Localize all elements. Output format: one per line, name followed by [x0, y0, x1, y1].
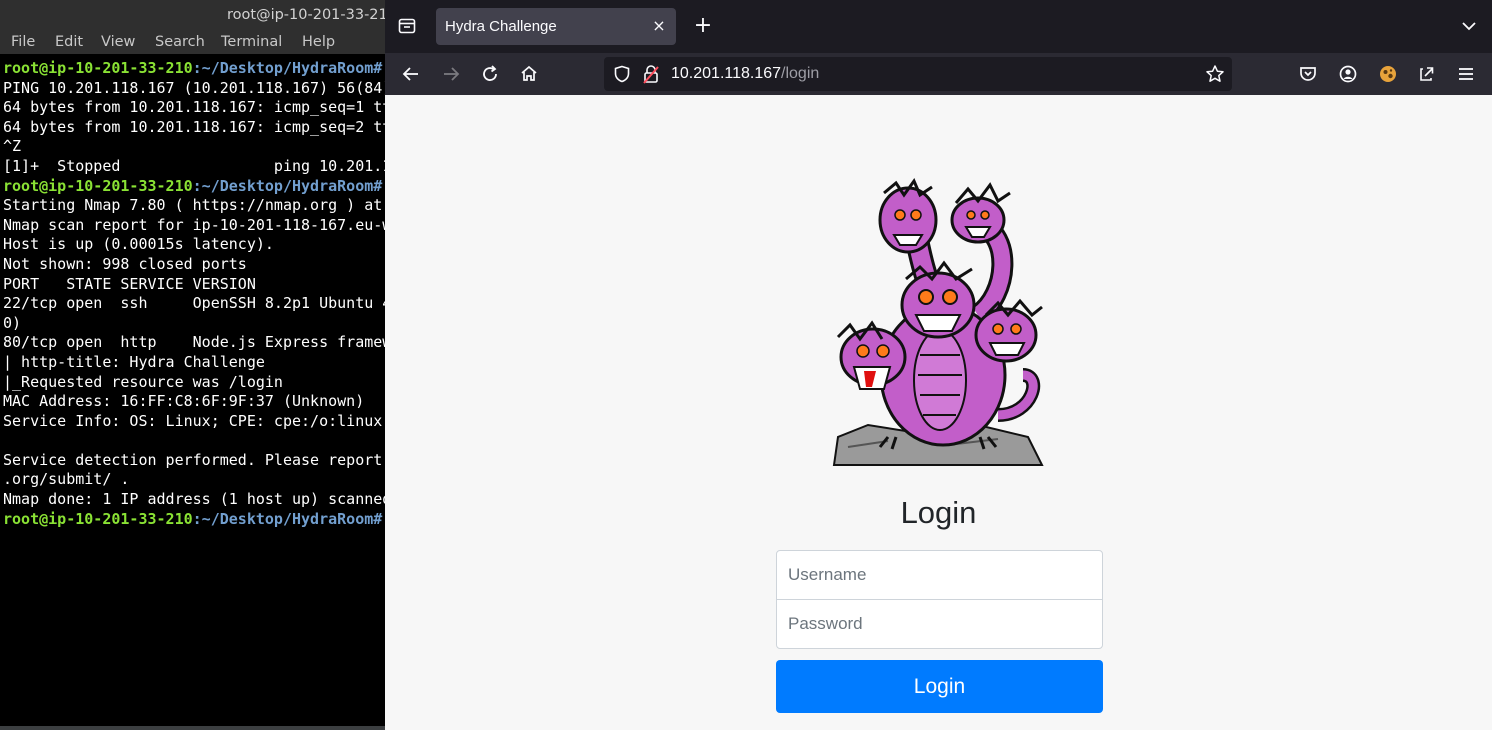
prompt-user: root@ip-10-201-33-210 — [3, 59, 193, 77]
terminal-line-text: ^Z — [3, 137, 22, 156]
tab-bar: Hydra Challenge × + — [385, 0, 1492, 53]
terminal-line: Host is up (0.00015s latency). — [3, 235, 385, 255]
terminal-line-text: MAC Address: 16:FF:C8:6F:9F:37 (Unknown) — [3, 392, 365, 411]
terminal-line-text: Service Info: OS: Linux; CPE: cpe:/o:lin… — [3, 411, 385, 430]
extension-icon[interactable] — [1377, 63, 1399, 85]
menu-icon[interactable] — [1455, 63, 1477, 85]
login-button[interactable]: Login — [776, 660, 1103, 713]
terminal-window[interactable]: root@ip-10-201-33-210: ~/Desktop/HydraRo… — [0, 0, 385, 730]
terminal-line: Service detection performed. Please repo… — [3, 451, 385, 471]
terminal-line: 22/tcp open ssh OpenSSH 8.2p1 Ubuntu 4ub… — [3, 294, 385, 314]
terminal-line: .org/submit/ . — [3, 470, 385, 490]
shield-icon[interactable] — [613, 65, 631, 83]
password-input[interactable] — [776, 599, 1103, 649]
terminal-line-text: Not shown: 998 closed ports — [3, 254, 247, 273]
prompt-path: :~/Desktop/HydraRoom# — [192, 59, 385, 77]
prompt-user: root@ip-10-201-33-210 — [3, 509, 193, 528]
terminal-line-text: Nmap scan report for ip-10-201-118-167.e… — [3, 215, 385, 234]
terminal-line: 80/tcp open http Node.js Express framewo… — [3, 333, 385, 353]
terminal-line: PORT STATE SERVICE VERSION — [3, 275, 385, 295]
menu-edit[interactable]: Edit — [55, 34, 83, 50]
tab-list-icon[interactable] — [397, 16, 417, 36]
menu-view[interactable]: View — [101, 34, 135, 50]
tab-title: Hydra Challenge — [445, 18, 557, 35]
terminal-line-text: |_Requested resource was /login — [3, 372, 283, 391]
terminal-line-text: 64 bytes from 10.201.118.167: icmp_seq=2… — [3, 117, 385, 136]
url-path: /login — [781, 65, 820, 82]
home-icon[interactable] — [518, 63, 540, 85]
terminal-line: 0) — [3, 314, 385, 334]
url-host: 10.201.118.167 — [671, 65, 782, 82]
url-bar[interactable]: 10.201.118.167/login — [604, 57, 1232, 91]
terminal-line: root@ip-10-201-33-210:~/Desktop/HydraRoo… — [3, 510, 385, 530]
menu-file[interactable]: File — [11, 34, 35, 50]
terminal-line: [1]+ Stopped ping 10.201.118.167 — [3, 157, 385, 177]
reload-icon[interactable] — [479, 63, 501, 85]
terminal-line: PING 10.201.118.167 (10.201.118.167) 56(… — [3, 79, 385, 99]
account-icon[interactable] — [1337, 63, 1359, 85]
prompt-path: :~/Desktop/HydraRoom# — [192, 509, 385, 528]
terminal-line-text: Host is up (0.00015s latency). — [3, 235, 274, 254]
terminal-line: Not shown: 998 closed ports — [3, 255, 385, 275]
terminal-line: root@ip-10-201-33-210:~/Desktop/HydraRoo… — [3, 177, 385, 197]
menu-help[interactable]: Help — [302, 34, 335, 50]
chevron-down-icon[interactable] — [1459, 16, 1479, 36]
terminal-line-text: 80/tcp open http Node.js Express framewo… — [3, 333, 385, 352]
hydra-logo-image — [832, 177, 1044, 466]
new-tab-button[interactable]: + — [692, 15, 714, 37]
terminal-line-text: Starting Nmap 7.80 ( https://nmap.org ) … — [3, 196, 383, 215]
star-icon[interactable] — [1205, 64, 1225, 84]
terminal-line-text: [1]+ Stopped ping 10.201.118.167 — [3, 156, 385, 175]
terminal-titlebar[interactable]: root@ip-10-201-33-210: ~/Desktop/HydraRo… — [0, 0, 385, 32]
browser-window: Hydra Challenge × + 10.201.118.167/login… — [385, 0, 1492, 730]
terminal-line-text: 64 bytes from 10.201.118.167: icmp_seq=1… — [3, 98, 385, 117]
terminal-line-text: 0) — [3, 313, 22, 332]
lock-icon[interactable] — [642, 64, 660, 84]
terminal-line: Nmap done: 1 IP address (1 host up) scan… — [3, 490, 385, 510]
terminal-line-text: .org/submit/ . — [3, 470, 130, 489]
terminal-line: Service Info: OS: Linux; CPE: cpe:/o:lin… — [3, 412, 385, 432]
prompt-user: root@ip-10-201-33-210 — [3, 176, 193, 195]
terminal-menubar: File Edit View Search Terminal Help — [0, 32, 385, 54]
navigation-toolbar: 10.201.118.167/login — [385, 53, 1492, 95]
terminal-title: root@ip-10-201-33-210: ~/Desktop/HydraRo… — [227, 7, 385, 23]
forward-icon[interactable] — [440, 63, 462, 85]
prompt-path: :~/Desktop/HydraRoom# — [192, 176, 385, 195]
terminal-line-text: PING 10.201.118.167 (10.201.118.167) 56(… — [3, 78, 385, 97]
menu-terminal[interactable]: Terminal — [221, 34, 282, 50]
terminal-line-text: | http-title: Hydra Challenge — [3, 352, 265, 371]
terminal-line: | http-title: Hydra Challenge — [3, 353, 385, 373]
share-icon[interactable] — [1415, 63, 1437, 85]
terminal-line-text: Nmap done: 1 IP address (1 host up) scan… — [3, 490, 385, 509]
username-input[interactable] — [776, 550, 1103, 600]
terminal-line: ^Z — [3, 137, 385, 157]
terminal-line-text: PORT STATE SERVICE VERSION — [3, 274, 256, 293]
back-icon[interactable] — [400, 63, 422, 85]
tab-hydra-challenge[interactable]: Hydra Challenge × — [436, 8, 676, 45]
pocket-icon[interactable] — [1297, 63, 1319, 85]
page-content: Login Login — [385, 95, 1492, 730]
terminal-line: root@ip-10-201-33-210:~/Desktop/HydraRoo… — [3, 59, 385, 79]
terminal-line: Nmap scan report for ip-10-201-118-167.e… — [3, 216, 385, 236]
terminal-line: 64 bytes from 10.201.118.167: icmp_seq=1… — [3, 98, 385, 118]
terminal-line: Starting Nmap 7.80 ( https://nmap.org ) … — [3, 196, 385, 216]
url-text[interactable]: 10.201.118.167/login — [671, 65, 819, 83]
terminal-line-text: Service detection performed. Please repo… — [3, 450, 383, 469]
terminal-line: 64 bytes from 10.201.118.167: icmp_seq=2… — [3, 118, 385, 138]
terminal-output[interactable]: root@ip-10-201-33-210:~/Desktop/HydraRoo… — [3, 59, 385, 529]
terminal-bottom-edge — [0, 726, 385, 730]
terminal-line: MAC Address: 16:FF:C8:6F:9F:37 (Unknown) — [3, 392, 385, 412]
terminal-line: |_Requested resource was /login — [3, 373, 385, 393]
close-icon[interactable]: × — [650, 17, 668, 35]
terminal-line-text: 22/tcp open ssh OpenSSH 8.2p1 Ubuntu 4ub… — [3, 294, 385, 313]
login-heading: Login — [900, 495, 977, 530]
menu-search[interactable]: Search — [155, 34, 205, 50]
